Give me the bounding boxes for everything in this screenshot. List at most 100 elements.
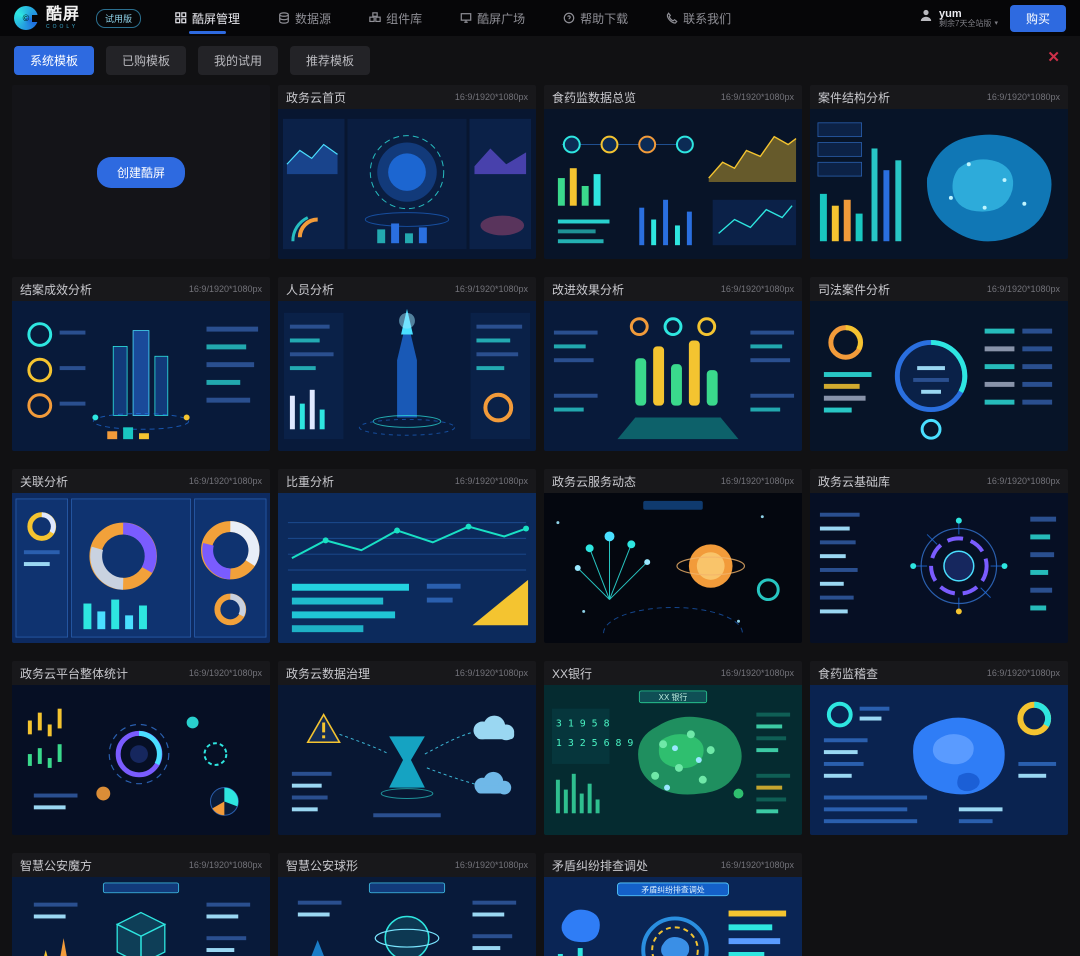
- template-card[interactable]: 政务云首页 16:9/1920*1080px: [278, 85, 536, 259]
- template-thumbnail[interactable]: [810, 493, 1068, 643]
- template-resolution: 16:9/1920*1080px: [987, 476, 1060, 486]
- template-resolution: 16:9/1920*1080px: [189, 284, 262, 294]
- template-resolution: 16:9/1920*1080px: [721, 860, 794, 870]
- template-title: 智慧公安魔方: [20, 857, 92, 874]
- tab-purchased-templates[interactable]: 已购模板: [106, 46, 186, 75]
- template-title: 政务云服务动态: [552, 473, 636, 490]
- template-resolution: 16:9/1920*1080px: [455, 284, 528, 294]
- user-menu[interactable]: yum 剩余7天全站版 ▾: [919, 8, 998, 29]
- phone-icon: [666, 12, 678, 24]
- menu-item-help[interactable]: 帮助下载: [563, 1, 628, 36]
- thumbnail-improvement-graphic: [544, 301, 802, 451]
- template-title: 政务云基础库: [818, 473, 890, 490]
- template-card[interactable]: 智慧公安球形16:9/1920*1080px: [278, 853, 536, 956]
- menu-item-market[interactable]: 酷屏广场: [460, 1, 525, 36]
- template-thumbnail[interactable]: 矛盾纠纷排查调处: [544, 877, 802, 956]
- tab-system-templates[interactable]: 系统模板: [14, 46, 94, 75]
- thumbnail-smart-police-cube-graphic: [12, 877, 270, 956]
- svg-text:1 3 2 5 6 8 9: 1 3 2 5 6 8 9: [556, 738, 634, 749]
- template-card[interactable]: XX银行16:9/1920*1080px XX 银行 3 1 9 5 8 1 3…: [544, 661, 802, 835]
- template-card[interactable]: 关联分析16:9/1920*1080px: [12, 469, 270, 643]
- template-resolution: 16:9/1920*1080px: [455, 476, 528, 486]
- menu-label: 联系我们: [683, 10, 731, 27]
- thumbnail-gov-base-database-graphic: [810, 493, 1068, 643]
- template-thumbnail[interactable]: [810, 301, 1068, 451]
- thumbnail-case-completion-graphic: [12, 301, 270, 451]
- app-logo[interactable]: © 酷屏 COOLY 试用版: [14, 6, 141, 30]
- template-thumbnail[interactable]: [12, 301, 270, 451]
- components-icon: [369, 12, 381, 24]
- thumbnail-judicial-cases-graphic: [810, 301, 1068, 451]
- template-thumbnail[interactable]: [544, 109, 802, 259]
- tab-my-trial[interactable]: 我的试用: [198, 46, 278, 75]
- template-tabbar: 系统模板 已购模板 我的试用 推荐模板 ✕: [0, 36, 1080, 83]
- template-resolution: 16:9/1920*1080px: [987, 284, 1060, 294]
- thumbnail-personnel-graphic: [278, 301, 536, 451]
- create-screen-card[interactable]: 创建酷屏: [12, 85, 270, 259]
- template-title: 食药监数据总览: [552, 89, 636, 106]
- template-thumbnail[interactable]: [278, 685, 536, 835]
- menu-label: 数据源: [295, 10, 331, 27]
- template-resolution: 16:9/1920*1080px: [987, 92, 1060, 102]
- menu-item-components[interactable]: 组件库: [369, 1, 422, 36]
- menu-label: 酷屏管理: [192, 10, 240, 27]
- template-title: 政务云首页: [286, 89, 346, 106]
- tab-recommended-templates[interactable]: 推荐模板: [290, 46, 370, 75]
- template-thumbnail[interactable]: [278, 493, 536, 643]
- logo-subtitle: COOLY: [46, 25, 80, 30]
- template-thumbnail[interactable]: [12, 877, 270, 956]
- template-title: 食药监稽查: [818, 665, 878, 682]
- template-thumbnail[interactable]: [12, 685, 270, 835]
- template-title: 矛盾纠纷排查调处: [552, 857, 648, 874]
- template-card[interactable]: 结案成效分析 16:9/1920*1080px: [12, 277, 270, 451]
- template-resolution: 16:9/1920*1080px: [455, 92, 528, 102]
- template-thumbnail[interactable]: [810, 685, 1068, 835]
- template-card[interactable]: 政务云平台整体统计16:9/1920*1080px: [12, 661, 270, 835]
- thumbnail-food-drug-overview-graphic: [544, 109, 802, 259]
- logo-title: 酷屏: [46, 7, 80, 23]
- template-thumbnail[interactable]: XX 银行 3 1 9 5 8 1 3 2 5 6 8 9: [544, 685, 802, 835]
- template-thumbnail[interactable]: [544, 301, 802, 451]
- template-thumbnail[interactable]: [810, 109, 1068, 259]
- template-thumbnail[interactable]: [278, 877, 536, 956]
- menu-item-datasource[interactable]: 数据源: [278, 1, 331, 36]
- template-card[interactable]: 矛盾纠纷排查调处 16:9/1920*1080px 矛盾纠纷排查调处: [544, 853, 802, 956]
- help-icon: [563, 12, 575, 24]
- buy-button[interactable]: 购买: [1010, 5, 1066, 32]
- close-icon[interactable]: ✕: [1047, 50, 1060, 65]
- template-title: 政务云平台整体统计: [20, 665, 128, 682]
- template-card[interactable]: 案件结构分析16:9/1920*1080px: [810, 85, 1068, 259]
- trial-badge: 试用版: [96, 9, 141, 28]
- template-card[interactable]: 食药监稽查16:9/1920*1080px: [810, 661, 1068, 835]
- template-title: 智慧公安球形: [286, 857, 358, 874]
- template-card[interactable]: 食药监数据总览 16:9/1920*1080px: [544, 85, 802, 259]
- thumbnail-dispute-mediation-graphic: 矛盾纠纷排查调处: [544, 877, 802, 956]
- thumbnail-gov-platform-stats-graphic: [12, 685, 270, 835]
- template-resolution: 16:9/1920*1080px: [721, 92, 794, 102]
- template-resolution: 16:9/1920*1080px: [721, 476, 794, 486]
- template-card[interactable]: 改进效果分析16:9/1920*1080px: [544, 277, 802, 451]
- template-card[interactable]: 智慧公安魔方 16:9/1920*1080px: [12, 853, 270, 956]
- template-card[interactable]: 人员分析16:9/1920*1080px: [278, 277, 536, 451]
- menu-item-screen-manage[interactable]: 酷屏管理: [175, 1, 240, 36]
- menu-item-contact[interactable]: 联系我们: [666, 1, 731, 36]
- template-card[interactable]: 司法案件分析16:9/1920*1080px: [810, 277, 1068, 451]
- template-card[interactable]: 比重分析16:9/1920*1080px: [278, 469, 536, 643]
- template-thumbnail[interactable]: [544, 493, 802, 643]
- template-title: XX银行: [552, 665, 592, 682]
- create-screen-button[interactable]: 创建酷屏: [97, 157, 185, 188]
- main-menu: 酷屏管理 数据源 组件库 酷屏广场 帮助下载 联系我们: [175, 1, 731, 36]
- template-thumbnail[interactable]: [278, 109, 536, 259]
- template-thumbnail[interactable]: [12, 493, 270, 643]
- logo-icon: ©: [14, 6, 38, 30]
- thumbnail-xx-bank-graphic: XX 银行 3 1 9 5 8 1 3 2 5 6 8 9: [544, 685, 802, 835]
- template-card[interactable]: 政务云基础库 16:9/1920*1080px: [810, 469, 1068, 643]
- template-card[interactable]: 政务云服务动态 16:9/1920*1080px: [544, 469, 802, 643]
- template-resolution: 16:9/1920*1080px: [189, 860, 262, 870]
- template-resolution: 16:9/1920*1080px: [189, 476, 262, 486]
- template-thumbnail[interactable]: [278, 301, 536, 451]
- grid-icon: [175, 12, 187, 24]
- template-card[interactable]: 政务云数据治理16:9/1920*1080px: [278, 661, 536, 835]
- thumbnail-proportion-graphic: [278, 493, 536, 643]
- template-title: 结案成效分析: [20, 281, 92, 298]
